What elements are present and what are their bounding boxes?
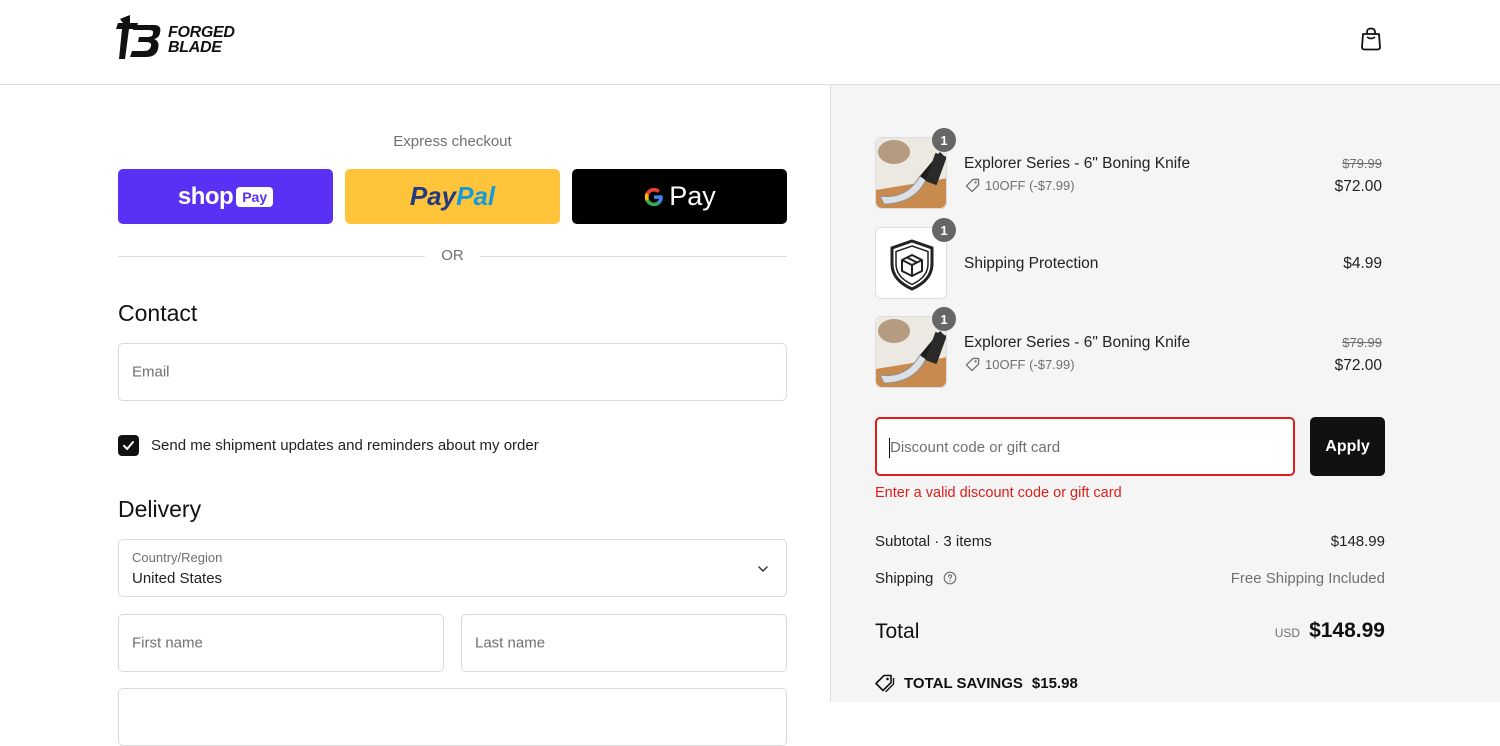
apply-discount-button[interactable]: Apply (1310, 417, 1385, 476)
contact-heading: Contact (118, 300, 198, 326)
quantity-badge: 1 (932, 128, 956, 152)
delivery-heading: Delivery (118, 496, 202, 522)
chevron-down-icon (758, 566, 768, 572)
shipping-label: Shipping (875, 570, 934, 587)
shipping-row: Shipping Free Shipping Included (875, 570, 1385, 587)
shopping-bag-icon (1361, 27, 1381, 51)
paypal-word-part1: Pay (409, 181, 457, 211)
savings-label: TOTAL SAVINGS (904, 674, 1023, 692)
last-name-field[interactable]: Last name (461, 614, 787, 672)
shipment-updates-label: Send me shipment updates and reminders a… (151, 436, 539, 454)
total-currency: USD (1274, 626, 1301, 640)
help-icon[interactable] (943, 571, 957, 585)
shop-pay-button[interactable]: shop Pay (118, 169, 333, 224)
item-discount: 10OFF (-$7.99) (965, 178, 1075, 193)
tag-icon (965, 178, 980, 193)
logo-mark-icon (116, 15, 161, 59)
total-amount: USD $148.99 (1275, 619, 1385, 643)
checkmark-icon (123, 440, 134, 450)
shop-pay-wordmark: shop (177, 182, 234, 210)
item-discount: 10OFF (-$7.99) (965, 357, 1075, 372)
item-price: $4.99 (1343, 255, 1382, 272)
total-value: $148.99 (1309, 619, 1385, 642)
total-label: Total (875, 620, 920, 643)
logo-wordmark: FORGED BLADE (168, 24, 235, 56)
first-name-placeholder: First name (132, 634, 203, 652)
item-price: $72.00 (1334, 357, 1382, 374)
google-pay-button[interactable]: Pay (572, 169, 787, 224)
product-thumbnail: 1 (875, 307, 956, 388)
tag-icon (965, 357, 980, 372)
google-pay-mark: Pay (643, 181, 716, 212)
item-discount-text: 10OFF (-$7.99) (985, 178, 1075, 193)
shipping-value: Free Shipping Included (1230, 570, 1385, 587)
savings-tag-icon (875, 674, 895, 692)
discount-code-input[interactable]: Discount code or gift card (875, 417, 1295, 476)
cart-button[interactable] (1356, 24, 1386, 54)
shipment-updates-option[interactable]: Send me shipment updates and reminders a… (118, 434, 539, 456)
quantity-badge: 1 (932, 218, 956, 242)
item-name: Explorer Series - 6" Boning Knife (964, 334, 1191, 351)
or-label: OR (441, 247, 464, 264)
subtotal-label: Subtotal · 3 items (875, 533, 992, 550)
item-original-price: $79.99 (1342, 335, 1382, 350)
express-checkout-label: Express checkout (393, 133, 512, 150)
google-pay-word: Pay (669, 181, 716, 211)
quantity-badge: 1 (932, 307, 956, 331)
last-name-placeholder: Last name (475, 634, 546, 652)
header: FORGED BLADE (0, 0, 1500, 85)
first-name-field[interactable]: First name (118, 614, 444, 672)
paypal-word-part2: Pal (456, 181, 496, 211)
paypal-button[interactable]: PayPal (345, 169, 560, 224)
logo-line2: BLADE (168, 39, 222, 56)
brand-logo[interactable]: FORGED BLADE (116, 13, 256, 61)
item-price: $72.00 (1334, 178, 1382, 195)
country-value: United States (132, 570, 223, 587)
email-field[interactable]: Email (118, 343, 787, 401)
product-thumbnail: 1 (875, 128, 956, 209)
item-name: Explorer Series - 6" Boning Knife (964, 155, 1191, 172)
item-name: Shipping Protection (964, 255, 1099, 272)
subtotal-value: $148.99 (1330, 533, 1385, 550)
item-discount-text: 10OFF (-$7.99) (985, 357, 1075, 372)
country-select[interactable]: Country/Region United States (118, 539, 787, 597)
item-original-price: $79.99 (1342, 156, 1382, 171)
shop-pay-badge: Pay (236, 186, 274, 207)
savings-value: $15.98 (1031, 674, 1078, 692)
discount-placeholder: Discount code or gift card (890, 439, 1061, 456)
paypal-wordmark: PayPal (410, 181, 495, 212)
subtotal-row: Subtotal · 3 items $148.99 (875, 533, 1385, 550)
email-placeholder: Email (132, 363, 170, 381)
or-divider: OR (118, 246, 787, 266)
total-savings: TOTAL SAVINGS $15.98 (875, 674, 1078, 692)
product-thumbnail: 1 (875, 218, 956, 299)
discount-error-message: Enter a valid discount code or gift card (875, 485, 1122, 501)
logo-line1: FORGED (168, 24, 235, 41)
google-g-icon (645, 187, 664, 206)
shipment-updates-checkbox[interactable] (118, 434, 139, 456)
country-label: Country/Region (132, 550, 223, 565)
address-field[interactable] (118, 688, 787, 746)
